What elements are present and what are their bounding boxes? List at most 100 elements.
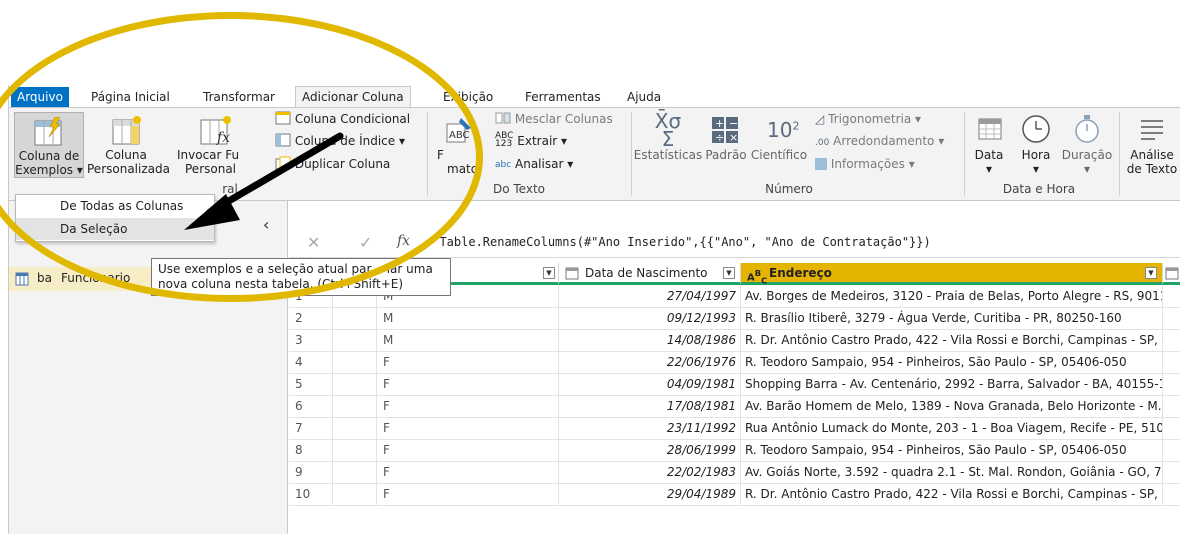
cell-endereco[interactable]: Rua Antônio Lumack do Monte, 203 - 1 - B… bbox=[741, 417, 1163, 439]
tab-exibicao[interactable]: Exibição bbox=[437, 87, 499, 107]
formato-button[interactable]: ABC F mato bbox=[437, 112, 481, 178]
cell-data-nascimento[interactable]: 27/04/1997 bbox=[559, 285, 741, 307]
cell-data-nascimento[interactable]: 04/09/1981 bbox=[559, 373, 741, 395]
cell-endereco[interactable]: R. Brasílio Itiberê, 3279 - Água Verde, … bbox=[741, 307, 1163, 329]
estatisticas-button[interactable]: X̄σ Σ Estatísticas bbox=[633, 111, 703, 178]
separator bbox=[1119, 112, 1120, 196]
row-number[interactable]: 5 bbox=[289, 373, 333, 395]
analise-texto-button[interactable]: Análise de Texto bbox=[1123, 112, 1180, 178]
row-number[interactable]: 6 bbox=[289, 395, 333, 417]
cell-data-nascimento[interactable]: 29/04/1989 bbox=[559, 483, 741, 505]
cell-data-nascimento[interactable]: 09/12/1993 bbox=[559, 307, 741, 329]
row-empty-cell[interactable] bbox=[333, 373, 377, 395]
data-button[interactable]: Data ▾ bbox=[967, 112, 1011, 178]
row-number[interactable]: 9 bbox=[289, 461, 333, 483]
text-analytics-icon bbox=[1141, 120, 1163, 140]
column-filter-icon[interactable]: ▼ bbox=[723, 267, 735, 279]
row-empty-cell[interactable] bbox=[333, 395, 377, 417]
mesclar-colunas-button[interactable]: Mesclar Colunas bbox=[495, 110, 613, 128]
row-empty-cell[interactable] bbox=[333, 351, 377, 373]
column-header-next[interactable] bbox=[1163, 263, 1180, 285]
coluna-exemplos-button[interactable]: Coluna de Exemplos ▾ bbox=[14, 112, 84, 178]
table-row[interactable]: 7 F 23/11/1992 Rua Antônio Lumack do Monte,… bbox=[289, 417, 1180, 440]
row-empty-cell[interactable] bbox=[333, 329, 377, 351]
cell-data-nascimento[interactable]: 23/11/1992 bbox=[559, 417, 741, 439]
cell-endereco[interactable]: Av. Borges de Medeiros, 3120 - Praia de … bbox=[741, 285, 1163, 307]
extrair-button[interactable]: ABC 123 Extrair ▾ bbox=[495, 132, 567, 150]
cell-sexo[interactable]: F bbox=[377, 395, 559, 417]
cell-endereco[interactable]: Av. Goiás Norte, 3.592 - quadra 2.1 - St… bbox=[741, 461, 1163, 483]
svg-text:×: × bbox=[729, 131, 738, 144]
table-row[interactable]: 10 F 29/04/1989 R. Dr. Antônio Castro Prado… bbox=[289, 483, 1180, 506]
date-type-icon bbox=[565, 267, 579, 280]
cell-sexo[interactable]: F bbox=[377, 483, 559, 505]
row-empty-cell[interactable] bbox=[333, 439, 377, 461]
column-filter-icon[interactable]: ▼ bbox=[1145, 267, 1157, 279]
coluna-condicional-button[interactable]: Coluna Condicional bbox=[275, 110, 410, 128]
column-header-endereco[interactable]: ABC Endereço ▼ bbox=[741, 263, 1163, 285]
table-icon bbox=[15, 272, 29, 286]
cell-endereco[interactable]: R. Dr. Antônio Castro Prado, 422 - Vila … bbox=[741, 483, 1163, 505]
cell-sexo[interactable]: F bbox=[377, 351, 559, 373]
duracao-button[interactable]: Duração ▾ bbox=[1059, 112, 1115, 178]
cell-sexo[interactable]: F bbox=[377, 461, 559, 483]
cell-endereco[interactable]: R. Dr. Antônio Castro Prado, 422 - Vila … bbox=[741, 329, 1163, 351]
formula-text[interactable]: = Table.RenameColumns(#"Ano Inserido",{{… bbox=[425, 235, 931, 249]
row-empty-cell[interactable] bbox=[333, 461, 377, 483]
cell-data-nascimento[interactable]: 22/06/1976 bbox=[559, 351, 741, 373]
table-row[interactable]: 2 M 09/12/1993 R. Brasílio Itiberê, 3279 - … bbox=[289, 307, 1180, 330]
tab-arquivo[interactable]: Arquivo bbox=[11, 87, 69, 107]
cell-endereco[interactable]: R. Teodoro Sampaio, 954 - Pinheiros, São… bbox=[741, 439, 1163, 461]
informacoes-button[interactable]: Informações ▾ bbox=[815, 155, 915, 173]
cell-endereco[interactable]: R. Teodoro Sampaio, 954 - Pinheiros, São… bbox=[741, 351, 1163, 373]
data-label: Data ▾ bbox=[974, 148, 1004, 176]
trigonometria-button[interactable]: ◿ Trigonometria ▾ bbox=[815, 110, 921, 128]
tab-ferramentas[interactable]: Ferramentas bbox=[519, 87, 607, 107]
row-number[interactable]: 3 bbox=[289, 329, 333, 351]
coluna-personalizada-button[interactable]: Coluna Personalizada bbox=[87, 112, 170, 178]
padrao-button[interactable]: + − ÷ × Padrão bbox=[703, 112, 749, 178]
column-filter-icon[interactable]: ▼ bbox=[543, 267, 555, 279]
cell-data-nascimento[interactable]: 17/08/1981 bbox=[559, 395, 741, 417]
row-empty-cell[interactable] bbox=[333, 417, 377, 439]
row-empty-cell[interactable] bbox=[333, 483, 377, 505]
cell-sexo[interactable]: F bbox=[377, 417, 559, 439]
tab-adicionar-coluna[interactable]: Adicionar Coluna bbox=[295, 86, 411, 108]
row-number[interactable]: 2 bbox=[289, 307, 333, 329]
cell-data-nascimento[interactable]: 22/02/1983 bbox=[559, 461, 741, 483]
table-row[interactable]: 4 F 22/06/1976 R. Teodoro Sampaio, 954 - Pi… bbox=[289, 351, 1180, 374]
table-row[interactable]: 8 F 28/06/1999 R. Teodoro Sampaio, 954 - Pi… bbox=[289, 439, 1180, 462]
confirm-icon[interactable]: ✓ bbox=[359, 233, 372, 252]
table-row[interactable]: 6 F 17/08/1981 Av. Barão Homem de Melo, 138… bbox=[289, 395, 1180, 418]
column-header-data-nascimento[interactable]: Data de Nascimento ▼ bbox=[559, 263, 741, 285]
table-row[interactable]: 9 F 22/02/1983 Av. Goiás Norte, 3.592 - qua… bbox=[289, 461, 1180, 484]
cell-sexo[interactable]: F bbox=[377, 373, 559, 395]
cell-sexo[interactable]: M bbox=[377, 329, 559, 351]
tab-pagina-inicial[interactable]: Página Inicial bbox=[85, 87, 176, 107]
tab-transformar[interactable]: Transformar bbox=[197, 87, 281, 107]
fx-icon[interactable]: fx bbox=[397, 233, 410, 249]
row-number[interactable]: 8 bbox=[289, 439, 333, 461]
separator bbox=[964, 112, 965, 196]
cell-endereco[interactable]: Shopping Barra - Av. Centenário, 2992 - … bbox=[741, 373, 1163, 395]
table-row[interactable]: 5 F 04/09/1981 Shopping Barra - Av. Centená… bbox=[289, 373, 1180, 396]
cell-data-nascimento[interactable]: 14/08/1986 bbox=[559, 329, 741, 351]
table-row[interactable]: 3 M 14/08/1986 R. Dr. Antônio Castro Prado,… bbox=[289, 329, 1180, 352]
analisar-button[interactable]: abc Analisar ▾ bbox=[495, 155, 573, 173]
cientifico-label: Científico bbox=[750, 148, 808, 162]
arredondamento-button[interactable]: .00 Arredondamento ▾ bbox=[815, 132, 944, 150]
cell-data-nascimento[interactable]: 28/06/1999 bbox=[559, 439, 741, 461]
cell-sexo[interactable]: M bbox=[377, 307, 559, 329]
tab-ajuda[interactable]: Ajuda bbox=[621, 87, 667, 107]
row-number[interactable]: 10 bbox=[289, 483, 333, 505]
column-from-examples-icon bbox=[34, 117, 62, 146]
row-number[interactable]: 4 bbox=[289, 351, 333, 373]
row-empty-cell[interactable] bbox=[333, 307, 377, 329]
extract-icon: ABC 123 bbox=[495, 131, 514, 149]
cientifico-button[interactable]: 102 Científico bbox=[749, 112, 809, 178]
cell-sexo[interactable]: F bbox=[377, 439, 559, 461]
standard-operations-icon: + − ÷ × bbox=[712, 117, 738, 144]
cell-endereco[interactable]: Av. Barão Homem de Melo, 1389 - Nova Gra… bbox=[741, 395, 1163, 417]
hora-button[interactable]: Hora ▾ bbox=[1013, 112, 1059, 178]
row-number[interactable]: 7 bbox=[289, 417, 333, 439]
